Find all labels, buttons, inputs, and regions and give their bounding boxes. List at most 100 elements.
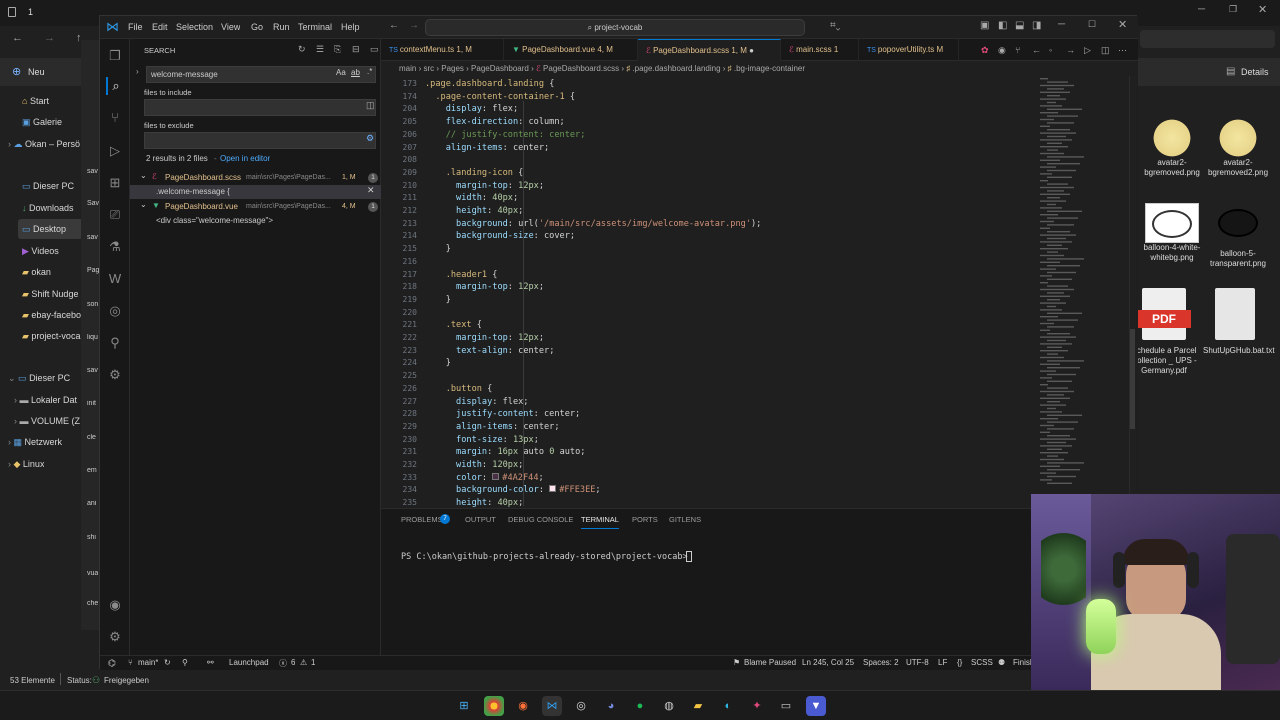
extensions-icon[interactable]: ⊞: [106, 174, 124, 192]
gitlens-icon[interactable]: ◎: [106, 302, 124, 320]
search-icon[interactable]: ⌕: [106, 77, 124, 95]
menu-selection[interactable]: Selection: [176, 22, 213, 32]
terminal-prompt[interactable]: PS C:\okan\github-projects-already-store…: [401, 552, 688, 562]
collapse-all-icon[interactable]: ⊟: [352, 44, 360, 55]
search-result-match[interactable]: <div class="welcome-message">: [130, 214, 381, 228]
account-icon[interactable]: ◉: [106, 596, 124, 614]
nav-forward-icon[interactable]: →: [409, 20, 419, 31]
breadcrumb-item[interactable]: .bg-image-container: [734, 64, 805, 73]
file-tile[interactable]: balloon-5-transparent.png: [1203, 203, 1273, 269]
nav-item-project-vocab[interactable]: ▰ project-vocal: [22, 326, 82, 346]
nav-item-this-pc-2[interactable]: ⌄ ▭ Dieser PC: [8, 368, 70, 388]
tab-popoverutility-ts[interactable]: TS popoverUtility.ts M: [859, 39, 959, 61]
scrollbar-thumb[interactable]: [1130, 329, 1135, 429]
code-line[interactable]: }: [425, 295, 451, 305]
gitlens-compare-icon[interactable]: ◉: [998, 45, 1006, 56]
sass-icon[interactable]: ✿: [981, 45, 989, 56]
explorer-tab-label[interactable]: 1: [28, 7, 33, 17]
color-swatch[interactable]: [492, 472, 500, 480]
breadcrumb-item[interactable]: .page.dashboard.landing: [632, 64, 720, 73]
code-line[interactable]: align-items: center;: [425, 143, 550, 153]
editor-scrollbar[interactable]: [1129, 76, 1136, 506]
code-line[interactable]: background: url('/main/src/assets/img/we…: [425, 219, 761, 229]
spotify-icon[interactable]: ●: [630, 696, 650, 716]
panel-tab-terminal[interactable]: TERMINAL: [581, 515, 619, 529]
toggle-secondary-icon[interactable]: ◨: [1032, 20, 1041, 31]
code-line[interactable]: .header1 {: [425, 270, 498, 280]
launchpad-label[interactable]: Launchpad: [229, 658, 269, 667]
nav-item-gallery[interactable]: ▣ Galerie: [22, 112, 62, 132]
details-button[interactable]: Details: [1241, 67, 1269, 77]
menu-run[interactable]: Run: [273, 22, 290, 32]
git-graph-icon[interactable]: ⚲: [106, 334, 124, 352]
publish-icon[interactable]: ⚲: [182, 658, 188, 667]
panel-tab-debug-console[interactable]: DEBUG CONSOLE: [508, 515, 573, 524]
terminal-taskbar-icon[interactable]: ▭: [776, 696, 796, 716]
breadcrumb-item[interactable]: src: [423, 64, 434, 73]
nav-back-icon[interactable]: ←: [389, 20, 399, 31]
encoding[interactable]: UTF-8: [906, 658, 929, 667]
back-arrow-icon[interactable]: ←: [12, 32, 23, 44]
menu-file[interactable]: File: [128, 22, 143, 32]
code-line[interactable]: flex-direction: column;: [425, 117, 565, 127]
maximize-icon[interactable]: ☐: [1088, 19, 1096, 30]
end-of-line[interactable]: LF: [938, 658, 947, 667]
code-line[interactable]: margin-top: 12px;: [425, 333, 544, 343]
settings-gear-icon[interactable]: ⚙: [106, 628, 124, 646]
explorer-search-box[interactable]: [1140, 30, 1275, 48]
menu-go[interactable]: Go: [251, 22, 263, 32]
language-mode[interactable]: SCSS: [971, 658, 993, 667]
run-icon[interactable]: ▷: [1084, 45, 1091, 56]
nav-item-downloads[interactable]: ↓ Downloads: [22, 198, 74, 218]
color-swatch[interactable]: [549, 485, 557, 493]
open-changes-icon[interactable]: ⑂: [1015, 45, 1020, 55]
chrome-icon[interactable]: [484, 696, 504, 716]
toggle-panel-icon[interactable]: ⬓: [1015, 20, 1024, 31]
file-tile[interactable]: avatar2-bgremoved.png: [1137, 108, 1207, 178]
code-line[interactable]: display: flex;: [425, 397, 528, 407]
github-desktop-icon[interactable]: ◎: [571, 696, 591, 716]
testing-icon[interactable]: ⚗: [106, 238, 124, 256]
previous-change-icon[interactable]: ←: [1032, 45, 1041, 55]
nav-item-start[interactable]: ⌂ Start: [22, 91, 49, 111]
windows-start-icon[interactable]: ⊞: [454, 696, 474, 716]
code-line[interactable]: width: 40px;: [425, 193, 518, 203]
sync-icon[interactable]: ↻: [164, 658, 171, 667]
discord-icon[interactable]: ◕: [601, 696, 621, 716]
code-line[interactable]: margin-top: 12px;: [425, 282, 544, 292]
file-explorer-icon[interactable]: ▰: [688, 696, 708, 716]
minimize-icon[interactable]: ─: [1198, 4, 1205, 15]
copilot-icon[interactable]: ⌗⌄: [830, 20, 840, 31]
vscode-taskbar-icon[interactable]: ⋈: [542, 696, 562, 716]
wallaby-icon[interactable]: W: [106, 270, 124, 288]
menu-help[interactable]: Help: [341, 22, 360, 32]
minimize-icon[interactable]: ─: [1058, 19, 1065, 30]
github-icon[interactable]: ◍: [659, 696, 679, 716]
command-center[interactable]: ⌕ project-vocab: [425, 19, 805, 36]
code-line[interactable]: margin-top: 12px;: [425, 181, 544, 191]
refresh-icon[interactable]: ↻: [298, 44, 306, 55]
nav-item-ebay[interactable]: ▰ ebay-facebo: [22, 305, 81, 325]
dismiss-result-icon[interactable]: ✕: [367, 185, 375, 196]
nav-item-okan[interactable]: › ☁ Okan – Persö: [8, 134, 80, 154]
nav-item-linux[interactable]: › ◆ Linux: [8, 454, 44, 474]
toggle-sidebar-icon[interactable]: ◧: [998, 20, 1007, 31]
breadcrumb-item[interactable]: Pages: [441, 64, 464, 73]
nav-item-network[interactable]: › ▦ Netzwerk: [8, 432, 62, 452]
code-line[interactable]: font-size: 13px;: [425, 435, 539, 445]
code-line[interactable]: .button {: [425, 384, 493, 394]
match-word-icon[interactable]: ab: [351, 68, 360, 77]
nav-item-desktop[interactable]: ▭ Desktop: [18, 219, 83, 239]
tab-pagedashboard-scss[interactable]: ℰ PageDashboard.scss 1, M ●: [638, 39, 781, 61]
view-as-tree-icon[interactable]: ▭: [370, 44, 379, 55]
layout-icon[interactable]: ▣: [980, 20, 989, 31]
code-line[interactable]: }: [425, 358, 451, 368]
clear-results-icon[interactable]: ☰: [316, 44, 324, 55]
search-result-match[interactable]: .welcome-message { ✕: [130, 185, 381, 199]
breadcrumb-item[interactable]: PageDashboard.scss: [543, 64, 619, 73]
code-line[interactable]: justify-content: center;: [425, 409, 580, 419]
tab-contextmenu-ts[interactable]: TS contextMenu.ts 1, M: [381, 39, 504, 61]
code-line[interactable]: align-items: center;: [425, 422, 560, 432]
menu-terminal[interactable]: Terminal: [298, 22, 332, 32]
panel-tab-problems[interactable]: PROBLEMS: [401, 515, 443, 524]
